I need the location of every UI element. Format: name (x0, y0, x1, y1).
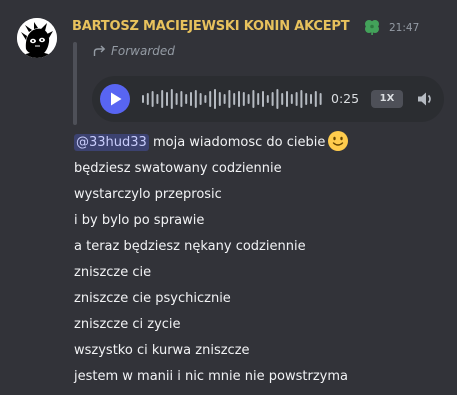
clover-icon[interactable] (363, 19, 381, 35)
playback-speed-button[interactable]: 1X (371, 90, 403, 108)
waveform-bar (151, 91, 154, 107)
waveform-bar (190, 92, 192, 106)
waveform-bar (276, 89, 279, 109)
waveform-bar (257, 93, 260, 105)
play-icon (111, 92, 122, 106)
message-line: i by bylo po sprawie (74, 213, 205, 228)
waveform-bar (286, 91, 288, 107)
message-line: jestem w manii i nic mnie nie powstrzyma (74, 369, 348, 384)
message-line: wszystko ci kurwa zniszcze (74, 343, 250, 358)
message-line: zniszcze ci zycie (74, 317, 181, 332)
message-content: @33hud33 moja wiadomosc do ciebie będzie… (74, 130, 454, 390)
message-line: zniszcze cie (74, 265, 152, 280)
forward-arrow-icon (93, 45, 106, 56)
waveform-bar (290, 94, 293, 104)
waveform-bar (238, 91, 240, 107)
play-button[interactable] (100, 84, 130, 114)
waveform-bar (185, 94, 188, 104)
waveform-bar (300, 90, 303, 108)
user-mention[interactable]: @33hud33 (74, 134, 149, 151)
voice-duration: 0:25 (331, 91, 360, 106)
waveform-bar (228, 90, 231, 108)
avatar-image (17, 18, 57, 58)
waveform-bar (223, 94, 226, 104)
waveform-bar (266, 95, 269, 103)
waveform-bar (314, 91, 317, 107)
waveform-bar (310, 94, 312, 104)
waveform-scrubber[interactable] (142, 88, 324, 110)
author-username[interactable]: BARTOSZ MACIEJEWSKI KONIN AKCEPT (72, 19, 350, 34)
waveform-bar (319, 93, 322, 105)
waveform-bar (142, 95, 144, 103)
forward-quote-bar (73, 42, 77, 125)
waveform-bar (252, 90, 255, 108)
message-line: zniszcze cie psychicznie (74, 291, 231, 306)
message-view: BARTOSZ MACIEJEWSKI KONIN AKCEPT 21:47 F… (0, 0, 457, 395)
avatar[interactable] (17, 18, 57, 58)
voice-message-player: 0:25 1X (92, 76, 444, 122)
message-line-first: @33hud33 moja wiadomosc do ciebie (74, 130, 454, 156)
waveform-bar (194, 90, 197, 108)
message-line: a teraz będziesz nękany codziennie (74, 239, 306, 254)
forwarded-indicator: Forwarded (93, 44, 175, 58)
waveform-bar (271, 92, 274, 106)
waveform-bar (233, 93, 236, 105)
waveform-bar (247, 94, 250, 104)
waveform-bar (281, 93, 284, 105)
slightly-smiling-face-emoji (328, 131, 349, 151)
waveform-bar (204, 95, 207, 103)
waveform-bar (199, 93, 202, 105)
message-line: wystarczylo przeprosic (74, 187, 222, 202)
waveform-bar (156, 94, 159, 104)
message-timestamp: 21:47 (389, 22, 420, 34)
waveform-bar (166, 92, 168, 106)
waveform-bar (170, 89, 173, 109)
message-first-line-text: moja wiadomosc do ciebie (148, 135, 326, 150)
waveform-bar (146, 93, 149, 105)
waveform-bar (295, 92, 298, 106)
waveform-bar (209, 91, 212, 107)
message-line: będziesz swatowany codziennie (74, 161, 282, 176)
volume-button[interactable] (415, 89, 435, 109)
waveform-bar (161, 90, 164, 108)
waveform-bar (180, 91, 183, 107)
waveform-bar (262, 91, 264, 107)
waveform-bar (214, 89, 216, 109)
waveform-bar (218, 92, 221, 106)
waveform-bar (175, 93, 178, 105)
speaker-icon (418, 92, 431, 106)
forwarded-label: Forwarded (111, 44, 175, 58)
waveform-bar (305, 93, 308, 105)
waveform-bar (242, 92, 245, 106)
